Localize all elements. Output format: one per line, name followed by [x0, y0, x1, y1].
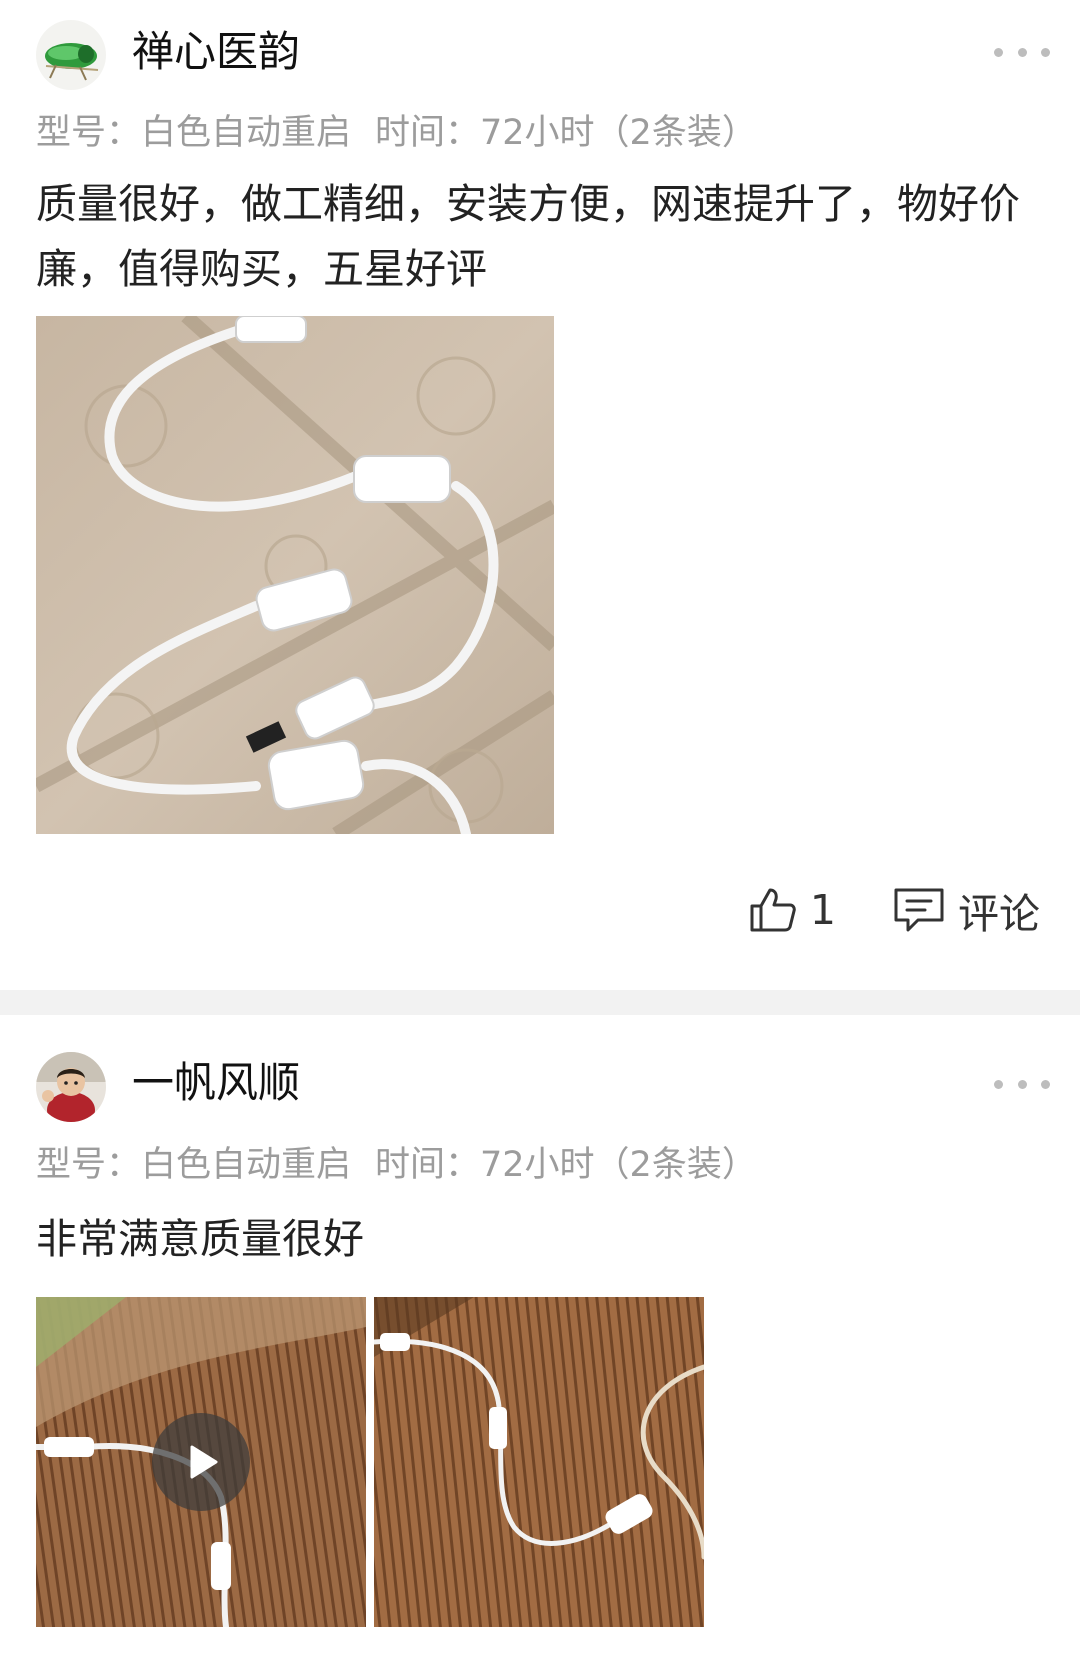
spec-line: 型号：白色自动重启 时间：72小时（2条装） — [36, 1140, 757, 1190]
like-count: 1 — [809, 886, 836, 934]
video-play-button[interactable] — [152, 1413, 250, 1511]
user-name[interactable]: 禅心医韵 — [132, 24, 300, 80]
more-dot-icon — [1017, 47, 1027, 57]
spec-time: 时间：72小时（2条装） — [375, 113, 757, 153]
spec-line: 型号：白色自动重启 时间：72小时（2条装） — [36, 108, 757, 158]
comment-icon — [894, 888, 944, 932]
more-dot-icon — [1017, 1079, 1027, 1089]
more-options-button[interactable] — [994, 40, 1050, 64]
thumbs-up-icon — [750, 888, 796, 932]
spec-model: 型号：白色自动重启 — [36, 113, 352, 153]
review-photo[interactable] — [36, 316, 554, 834]
review-card: 禅心医韵 型号：白色自动重启 时间：72小时（2条装） 质量很好，做工精细，安装方… — [0, 0, 1080, 990]
review-video-thumbnail[interactable] — [36, 1297, 366, 1627]
more-dot-icon — [1041, 47, 1050, 57]
avatar[interactable] — [36, 1052, 106, 1122]
comment-button[interactable]: 评论 — [892, 880, 1040, 940]
spec-model: 型号：白色自动重启 — [36, 1145, 352, 1185]
review-text: 质量很好，做工精细，安装方便，网速提升了，物好价廉，值得购买，五星好评 — [36, 180, 1020, 293]
review-divider — [0, 990, 1080, 1015]
like-button[interactable]: 1 — [746, 884, 836, 936]
play-icon — [190, 1445, 218, 1479]
review-photo[interactable] — [374, 1297, 704, 1627]
user-name[interactable]: 一帆风顺 — [132, 1055, 300, 1111]
review-card: 一帆风顺 型号：白色自动重启 时间：72小时（2条装） 非常满意质量很好 — [0, 1015, 1080, 1679]
review-text: 非常满意质量很好 — [36, 1215, 364, 1263]
more-dot-icon — [994, 1079, 1003, 1089]
more-dot-icon — [1041, 1079, 1050, 1089]
avatar[interactable] — [36, 20, 106, 90]
review-actions: 1 评论 — [746, 880, 1040, 940]
spec-time: 时间：72小时（2条装） — [375, 1145, 757, 1185]
comment-label: 评论 — [958, 890, 1040, 938]
more-dot-icon — [994, 47, 1003, 57]
more-options-button[interactable] — [994, 1072, 1050, 1096]
